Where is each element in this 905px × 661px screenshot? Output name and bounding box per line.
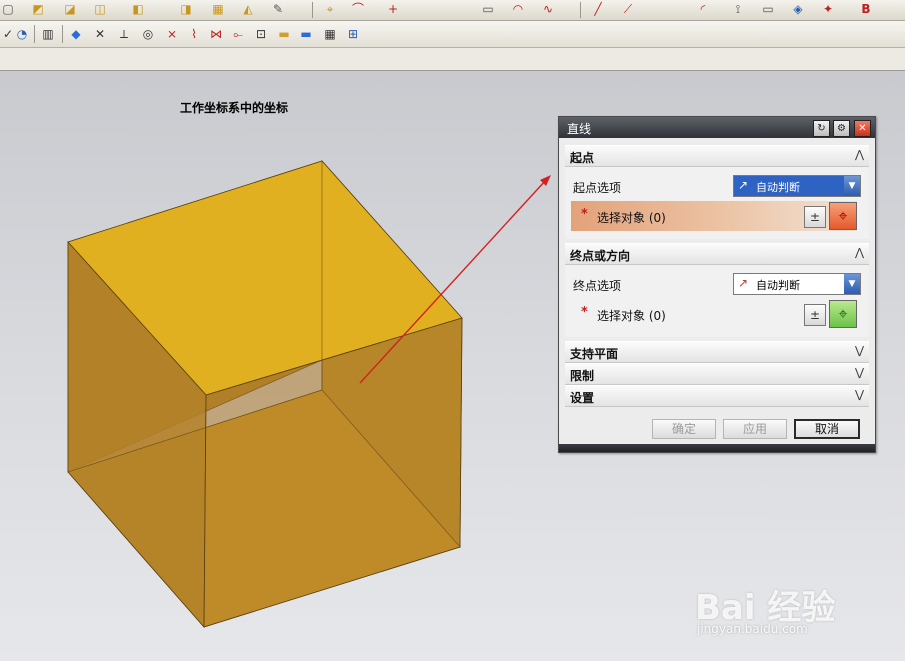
- section-start-header[interactable]: 起点 ⋀: [565, 145, 869, 167]
- revolve-icon[interactable]: ◫: [92, 1, 108, 17]
- line-dialog: 直线 ↻ ⚙ ✕ 起点 ⋀ 起点选项 ↗ 自动判断 ▼ * 选择对象 (0) ±…: [558, 116, 876, 453]
- end-select-object-label: 选择对象 (0): [597, 309, 666, 323]
- chevron-up-icon[interactable]: ⋀: [855, 148, 864, 161]
- infer-point-icon: ↗: [738, 276, 749, 290]
- helix-icon[interactable]: ⟟: [730, 1, 746, 17]
- section-settings-label: 设置: [570, 391, 595, 405]
- section-settings-header[interactable]: 设置 ⋁: [565, 385, 869, 407]
- chevron-down-icon[interactable]: ▼: [844, 274, 860, 294]
- status-bar: 工作坐标系中的坐标: [0, 48, 905, 115]
- dialog-titlebar[interactable]: 直线 ↻ ⚙ ✕: [559, 117, 875, 138]
- point-dialog-icon[interactable]: ±: [804, 304, 826, 326]
- box-icon[interactable]: ▢: [0, 1, 16, 17]
- close-icon[interactable]: ✕: [854, 120, 871, 137]
- sketch-icon[interactable]: ◩: [30, 1, 46, 17]
- edit-icon[interactable]: ✎: [270, 1, 286, 17]
- end-option-label: 终点选项: [573, 279, 622, 293]
- chevron-down-icon[interactable]: ⋁: [855, 344, 864, 357]
- section-support-plane-label: 支持平面: [570, 347, 619, 361]
- center-icon[interactable]: ◎: [140, 26, 156, 42]
- plane-icon[interactable]: ▭: [480, 1, 496, 17]
- point-crosshair-icon[interactable]: ⌖: [829, 202, 857, 230]
- infer-point-icon: ↗: [738, 178, 749, 192]
- offset-icon[interactable]: ◈: [790, 1, 806, 17]
- section-end-header[interactable]: 终点或方向 ⋀: [565, 243, 869, 265]
- intersection-icon[interactable]: ⨯: [164, 26, 180, 42]
- face-point-icon[interactable]: ⊡: [253, 26, 269, 42]
- reset-icon[interactable]: ↻: [813, 120, 830, 137]
- chevron-down-icon[interactable]: ⋁: [855, 366, 864, 379]
- chevron-down-icon[interactable]: ⋁: [855, 388, 864, 401]
- chevron-down-icon[interactable]: ▼: [844, 176, 860, 196]
- end-option-value: 自动判断: [756, 279, 800, 292]
- folder-icon[interactable]: ▬: [276, 26, 292, 42]
- section-start-label: 起点: [570, 151, 595, 165]
- pattern-icon[interactable]: ▦: [210, 1, 226, 17]
- section-support-plane-header[interactable]: 支持平面 ⋁: [565, 341, 869, 363]
- line-icon[interactable]: ╱: [590, 1, 606, 17]
- section-end-body: 终点选项 ↗ 自动判断 ▼ * 选择对象 (0) ± ⌖: [565, 265, 869, 337]
- project-icon[interactable]: ✦: [820, 1, 836, 17]
- midpoint-icon[interactable]: ⟂: [116, 26, 132, 42]
- trim-icon[interactable]: ◨: [178, 1, 194, 17]
- endpoint-icon[interactable]: ✕: [92, 26, 108, 42]
- watermark: Bai 经验 jingyan.baidu.com: [695, 580, 885, 640]
- end-option-dropdown[interactable]: ↗ 自动判断 ▼: [733, 273, 861, 295]
- solid-icon[interactable]: ◆: [68, 26, 84, 42]
- required-mark: *: [581, 207, 588, 222]
- start-option-label: 起点选项: [573, 181, 622, 195]
- start-select-object-row[interactable]: * 选择对象 (0) ± ⌖: [571, 201, 857, 231]
- existing-point-icon[interactable]: ⋈: [208, 26, 224, 42]
- dialog-title: 直线: [567, 122, 592, 136]
- chevron-up-icon[interactable]: ⋀: [855, 246, 864, 259]
- curve-icon[interactable]: ⌒: [350, 1, 366, 17]
- tangent-icon[interactable]: ⟜: [230, 26, 246, 42]
- rectangle-icon[interactable]: ▭: [760, 1, 776, 17]
- point-icon[interactable]: +: [385, 1, 401, 17]
- top-toolbar: ▢ ◩ ◪ ◫ ◧ ◨ ▦ ◭ ✎ ⌖ ⌒ + ▭ ◠ ∿ ╱ ⟋ ◜ ⟟ ▭ …: [0, 0, 905, 21]
- conic-icon[interactable]: ◜: [695, 1, 711, 17]
- section-end-label: 终点或方向: [570, 249, 631, 263]
- settings-icon[interactable]: ⚙: [833, 120, 850, 137]
- selection-toolbar: ✓ ◔ ▥ ◆ ✕ ⟂ ◎ ⨯ ⌇ ⋈ ⟜ ⊡ ▬ ▬ ▦ ⊞: [0, 21, 905, 48]
- spline-icon[interactable]: ∿: [540, 1, 556, 17]
- quadrant-icon[interactable]: ⌇: [186, 26, 202, 42]
- grid-icon[interactable]: ▥: [40, 26, 56, 42]
- snap-icon[interactable]: ◔: [14, 26, 30, 42]
- apply-button[interactable]: 应用: [723, 419, 787, 439]
- section-limits-header[interactable]: 限制 ⋁: [565, 363, 869, 385]
- point-crosshair-icon[interactable]: ⌖: [829, 300, 857, 328]
- blend-icon[interactable]: ◭: [240, 1, 256, 17]
- refresh-icon[interactable]: ⊞: [345, 26, 361, 42]
- start-select-object-label: 选择对象 (0): [597, 211, 666, 225]
- end-select-object-row[interactable]: * 选择对象 (0) ± ⌖: [571, 299, 857, 329]
- pick-icon[interactable]: ⌖: [322, 1, 338, 17]
- ok-button[interactable]: 确定: [652, 419, 716, 439]
- dialog-bottom-bar: [559, 444, 875, 452]
- feature-icon[interactable]: ◧: [130, 1, 146, 17]
- cancel-button[interactable]: 取消: [794, 419, 860, 439]
- section-limits-label: 限制: [570, 369, 595, 383]
- required-mark: *: [581, 305, 588, 320]
- polyline-icon[interactable]: ⟋: [620, 1, 636, 17]
- extrude-icon[interactable]: ◪: [62, 1, 78, 17]
- start-option-value: 自动判断: [756, 181, 800, 194]
- layer-icon[interactable]: ▦: [322, 26, 338, 42]
- bold-b-icon[interactable]: B: [858, 1, 874, 17]
- start-option-dropdown[interactable]: ↗ 自动判断 ▼: [733, 175, 861, 197]
- section-start-body: 起点选项 ↗ 自动判断 ▼ * 选择对象 (0) ± ⌖: [565, 167, 869, 239]
- view-icon[interactable]: ▬: [298, 26, 314, 42]
- point-dialog-icon[interactable]: ±: [804, 206, 826, 228]
- watermark-url: jingyan.baidu.com: [697, 622, 808, 636]
- arc-icon[interactable]: ◠: [510, 1, 526, 17]
